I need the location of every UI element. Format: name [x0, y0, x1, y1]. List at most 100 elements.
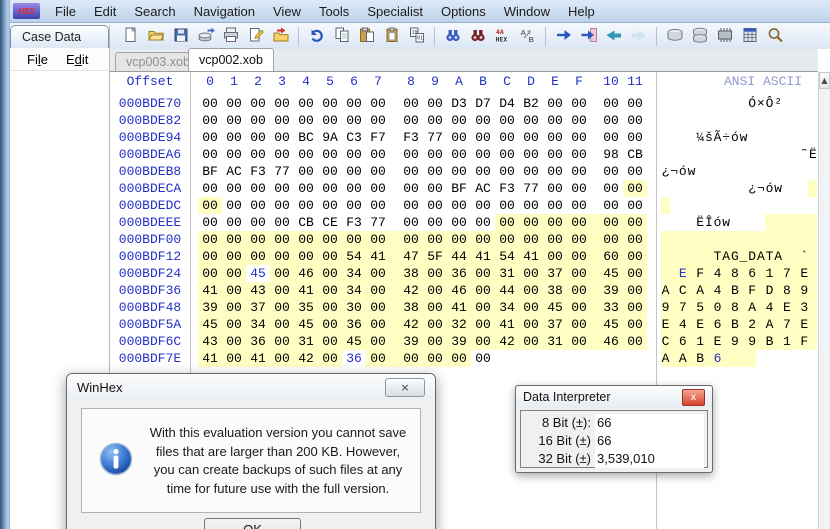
ascii-char[interactable]: T	[713, 248, 722, 265]
hex-byte[interactable]: 00	[543, 214, 567, 231]
properties-button[interactable]	[243, 25, 268, 47]
hex-byte[interactable]: 00	[342, 95, 366, 112]
ascii-char[interactable]: ¿	[661, 163, 670, 180]
ascii-char[interactable]: 8	[730, 299, 739, 316]
ascii-char[interactable]	[722, 163, 731, 180]
ascii-char[interactable]: Ë	[808, 146, 817, 163]
hex-byte[interactable]: 77	[366, 214, 390, 231]
hex-byte[interactable]: 00	[567, 231, 591, 248]
ascii-char[interactable]	[782, 248, 791, 265]
hex-byte[interactable]: D7	[471, 95, 495, 112]
ascii-char[interactable]	[748, 350, 757, 367]
ascii-char[interactable]	[808, 95, 817, 112]
ascii-char[interactable]: 7	[782, 316, 791, 333]
find-hex-button[interactable]: 4AHEX	[490, 25, 515, 47]
ascii-char[interactable]: Î	[704, 214, 713, 231]
hex-byte[interactable]: 45	[198, 316, 222, 333]
hex-byte[interactable]: 00	[342, 146, 366, 163]
ascii-char[interactable]	[704, 146, 713, 163]
ascii-char[interactable]: š	[704, 129, 713, 146]
ascii-char[interactable]: F	[696, 265, 705, 282]
hex-byte[interactable]: 42	[495, 333, 519, 350]
menu-help[interactable]: Help	[559, 2, 604, 21]
hex-byte[interactable]: 00	[366, 316, 390, 333]
hex-byte[interactable]: 00	[567, 180, 591, 197]
ascii-char[interactable]: 4	[713, 265, 722, 282]
hex-byte[interactable]: 47	[399, 248, 423, 265]
save-button[interactable]	[168, 25, 193, 47]
ascii-char[interactable]: 9	[800, 282, 809, 299]
hex-byte[interactable]: 00	[366, 197, 390, 214]
ascii-char[interactable]	[704, 248, 713, 265]
ascii-char[interactable]: 9	[730, 333, 739, 350]
hex-byte[interactable]: 00	[222, 112, 246, 129]
hex-byte[interactable]: 35	[294, 299, 318, 316]
ascii-char[interactable]	[791, 299, 800, 316]
ascii-char[interactable]	[748, 129, 757, 146]
hex-byte[interactable]: 00	[366, 95, 390, 112]
ascii-char[interactable]	[756, 197, 765, 214]
hex-byte[interactable]: 00	[543, 146, 567, 163]
hex-byte[interactable]: 00	[567, 265, 591, 282]
hex-byte[interactable]: 00	[318, 350, 342, 367]
ascii-char[interactable]	[661, 231, 670, 248]
hex-byte[interactable]: 41	[246, 350, 270, 367]
ascii-char[interactable]	[739, 282, 748, 299]
ascii-char[interactable]	[756, 265, 765, 282]
hex-byte[interactable]: 00	[399, 231, 423, 248]
ascii-char[interactable]: 4	[713, 282, 722, 299]
ascii-char[interactable]	[739, 231, 748, 248]
ascii-char[interactable]	[756, 146, 765, 163]
hex-byte[interactable]: 00	[270, 316, 294, 333]
ascii-char[interactable]	[713, 180, 722, 197]
ascii-char[interactable]	[808, 112, 817, 129]
hex-byte[interactable]: F3	[399, 129, 423, 146]
ascii-char[interactable]	[687, 231, 696, 248]
ascii-char[interactable]	[722, 231, 731, 248]
ascii-char[interactable]	[713, 231, 722, 248]
ascii-char[interactable]	[791, 214, 800, 231]
ascii-char[interactable]: T	[765, 248, 774, 265]
open-file-button[interactable]	[143, 25, 168, 47]
hex-byte[interactable]: 00	[270, 282, 294, 299]
ascii-char[interactable]: 1	[765, 265, 774, 282]
hex-byte[interactable]: 00	[623, 248, 647, 265]
hex-byte[interactable]: 00	[599, 163, 623, 180]
hex-byte[interactable]: 00	[423, 214, 447, 231]
ascii-char[interactable]	[800, 163, 809, 180]
hex-byte[interactable]: 37	[543, 265, 567, 282]
hex-byte[interactable]: 54	[495, 248, 519, 265]
ascii-char[interactable]	[782, 129, 791, 146]
hex-byte[interactable]: 00	[246, 146, 270, 163]
hex-byte[interactable]: 00	[423, 265, 447, 282]
ascii-char[interactable]: E	[661, 316, 670, 333]
hex-byte[interactable]: 41	[366, 248, 390, 265]
hex-byte[interactable]: 00	[318, 299, 342, 316]
hex-byte[interactable]: AC	[471, 180, 495, 197]
ascii-char[interactable]	[756, 231, 765, 248]
hex-byte[interactable]: 00	[623, 95, 647, 112]
hex-byte[interactable]: 00	[246, 180, 270, 197]
ascii-char[interactable]: 2	[748, 316, 757, 333]
case-data-menu-file[interactable]: File	[18, 51, 57, 68]
ascii-char[interactable]	[791, 197, 800, 214]
hex-byte[interactable]: 00	[270, 333, 294, 350]
ascii-char[interactable]	[678, 180, 687, 197]
ascii-char[interactable]	[774, 129, 783, 146]
ascii-char[interactable]	[774, 163, 783, 180]
ascii-char[interactable]: 9	[661, 299, 670, 316]
hex-byte[interactable]: 00	[198, 95, 222, 112]
hex-byte[interactable]: 36	[447, 265, 471, 282]
vertical-scrollbar[interactable]: ▲	[818, 72, 830, 529]
ascii-char[interactable]	[704, 112, 713, 129]
ascii-char[interactable]	[800, 214, 809, 231]
ascii-char[interactable]	[808, 231, 817, 248]
ascii-char[interactable]	[678, 231, 687, 248]
hex-byte[interactable]: 00	[623, 197, 647, 214]
hex-byte[interactable]: 98	[599, 146, 623, 163]
ascii-char[interactable]	[739, 299, 748, 316]
ascii-char[interactable]	[661, 146, 670, 163]
back-button[interactable]	[601, 25, 626, 47]
hex-byte[interactable]: 00	[495, 129, 519, 146]
hex-byte[interactable]: 00	[567, 299, 591, 316]
